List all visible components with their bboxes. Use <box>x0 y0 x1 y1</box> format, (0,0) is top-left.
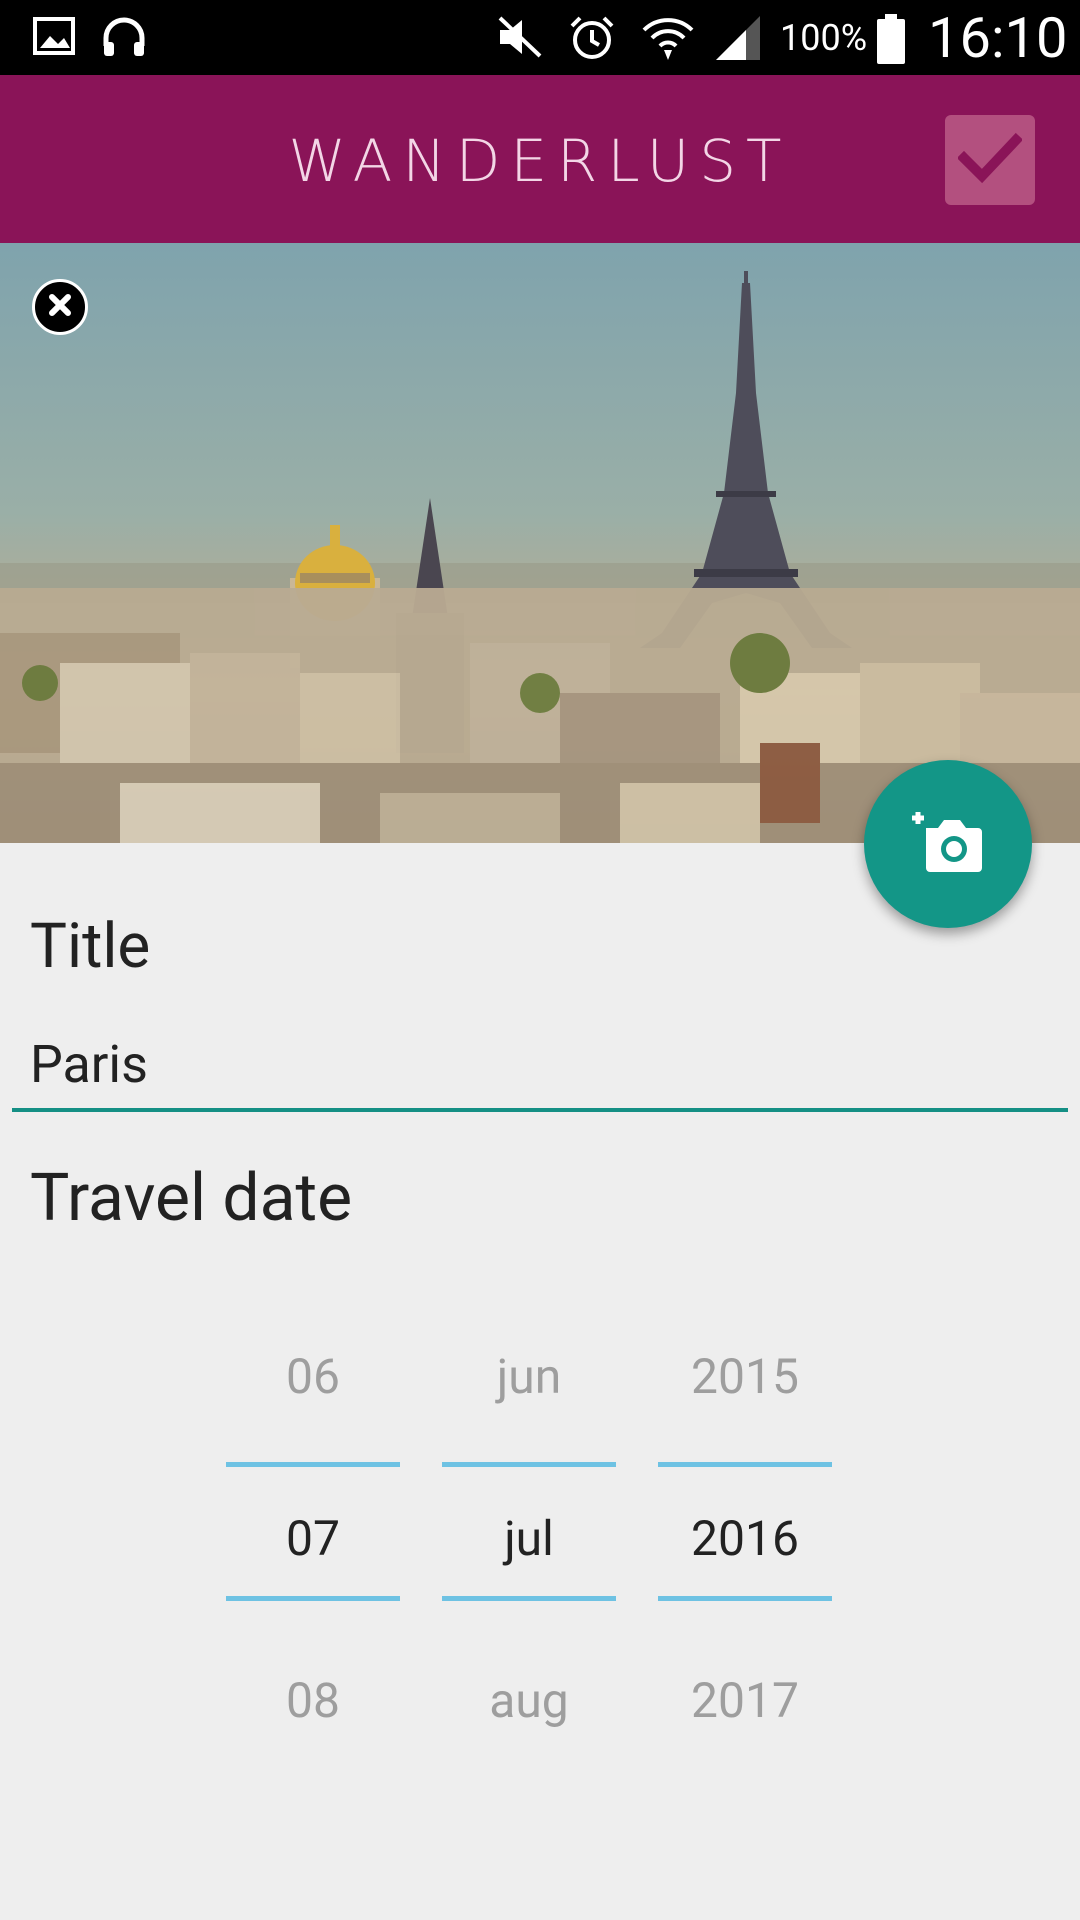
battery-percent: 100% <box>780 17 868 59</box>
month-prev[interactable]: jun <box>442 1348 616 1405</box>
close-icon <box>47 292 73 322</box>
remove-photo-button[interactable] <box>32 279 88 335</box>
picker-divider <box>658 1596 832 1601</box>
day-current[interactable]: 07 <box>226 1510 400 1567</box>
headphones-icon <box>100 14 148 64</box>
picker-divider <box>442 1596 616 1601</box>
year-next[interactable]: 2017 <box>658 1672 832 1729</box>
add-photo-button[interactable] <box>864 760 1032 928</box>
add-photo-icon <box>908 810 988 878</box>
picker-divider <box>226 1462 400 1467</box>
app-logo: WANDERLUST <box>288 127 792 195</box>
picker-divider <box>658 1462 832 1467</box>
travel-date-label: Travel date <box>30 1160 353 1237</box>
status-bar: 100% 16:10 <box>0 0 1080 75</box>
battery-icon <box>876 14 906 68</box>
confirm-button[interactable] <box>945 115 1035 205</box>
cover-photo[interactable] <box>0 243 1080 843</box>
clock: 16:10 <box>928 5 1068 71</box>
mute-icon <box>496 14 544 64</box>
month-picker[interactable]: jun jul aug <box>442 1320 616 1760</box>
year-current[interactable]: 2016 <box>658 1510 832 1567</box>
day-picker[interactable]: 06 07 08 <box>226 1320 400 1760</box>
year-prev[interactable]: 2015 <box>658 1348 832 1405</box>
title-label: Title <box>30 910 151 983</box>
picker-divider <box>442 1462 616 1467</box>
check-icon <box>956 130 1024 190</box>
gallery-icon <box>32 14 76 62</box>
month-current[interactable]: jul <box>442 1510 616 1567</box>
wifi-icon <box>640 14 696 66</box>
day-prev[interactable]: 06 <box>226 1348 400 1405</box>
alarm-icon <box>568 14 616 66</box>
month-next[interactable]: aug <box>442 1672 616 1729</box>
signal-icon <box>712 14 764 66</box>
day-next[interactable]: 08 <box>226 1672 400 1729</box>
picker-divider <box>226 1596 400 1601</box>
app-bar: WANDERLUST <box>0 75 1080 243</box>
year-picker[interactable]: 2015 2016 2017 <box>658 1320 832 1760</box>
title-input[interactable] <box>12 1020 1068 1112</box>
